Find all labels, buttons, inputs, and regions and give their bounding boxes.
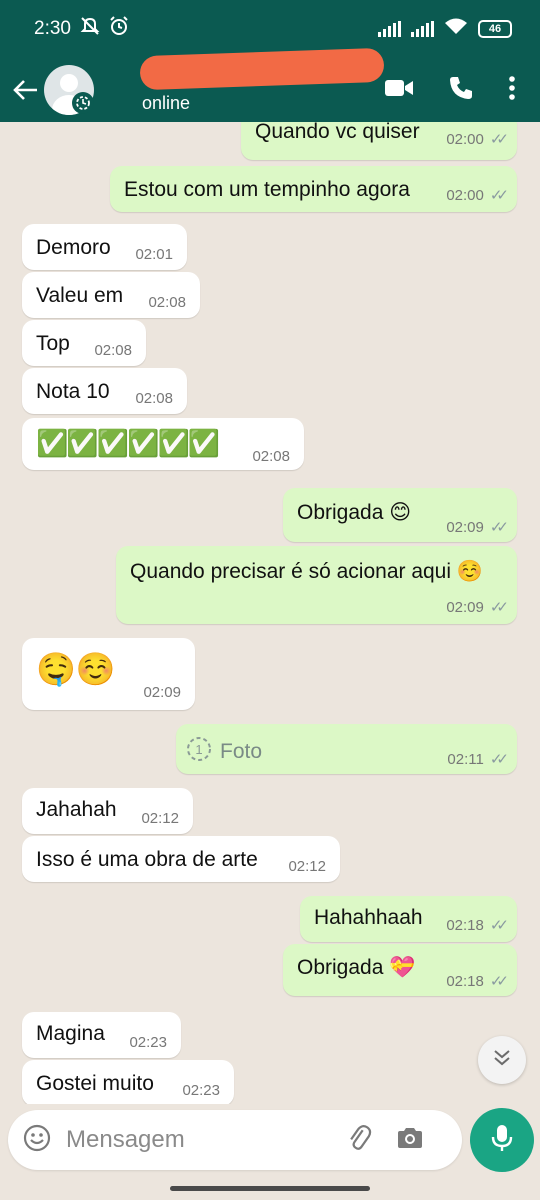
message-outgoing-photo[interactable]: 1 Foto 02:11 ✓✓: [176, 724, 517, 774]
phone-icon[interactable]: [448, 75, 474, 106]
message-text: Top: [36, 332, 70, 355]
message-time: 02:00: [446, 130, 484, 148]
signal-icon-2: [411, 21, 434, 37]
message-text: Hahahhaah: [314, 906, 423, 929]
scroll-down-button[interactable]: [478, 1036, 526, 1084]
read-ticks-icon: ✓✓: [489, 131, 509, 148]
message-incoming[interactable]: Magina 02:23: [22, 1012, 181, 1058]
message-outgoing[interactable]: Quando precisar é só acionar aqui ☺️ 02:…: [116, 546, 517, 624]
wifi-icon: [444, 17, 468, 41]
message-incoming[interactable]: Jahahah 02:12: [22, 788, 193, 834]
message-text: Jahahah: [36, 798, 117, 821]
mic-button[interactable]: [470, 1108, 534, 1172]
message-text: Magina: [36, 1022, 105, 1045]
read-ticks-icon: ✓✓: [489, 751, 509, 768]
read-ticks-icon: ✓✓: [489, 187, 509, 204]
message-time: 02:12: [141, 810, 179, 827]
message-composer: [8, 1110, 462, 1170]
message-time: 02:23: [129, 1034, 167, 1051]
message-incoming[interactable]: 🤤☺️ 02:09: [22, 638, 195, 710]
message-text: Estou com um tempinho agora: [124, 178, 410, 201]
contact-info[interactable]: online: [139, 47, 385, 122]
message-text: Valeu em: [36, 284, 124, 307]
message-time: 02:11: [447, 750, 484, 768]
read-ticks-icon: ✓✓: [489, 973, 509, 990]
message-text: Obrigada 💝: [297, 956, 416, 979]
read-ticks-icon: ✓✓: [489, 917, 509, 934]
message-text: Foto: [220, 740, 263, 763]
chat-app-bar: online: [0, 47, 540, 122]
message-input[interactable]: [66, 1126, 336, 1154]
mic-icon: [490, 1123, 514, 1158]
message-text: Demoro: [36, 236, 111, 259]
more-vert-icon[interactable]: [508, 75, 516, 106]
message-text: 🤤☺️: [36, 651, 116, 687]
message-outgoing[interactable]: Quando vc quiser 02:00 ✓✓: [241, 122, 517, 160]
svg-text:1: 1: [195, 742, 202, 757]
message-incoming[interactable]: Valeu em 02:08: [22, 272, 200, 318]
message-text: Nota 10: [36, 380, 110, 403]
signal-icon: [378, 21, 401, 37]
message-time: 02:09: [446, 598, 484, 616]
message-time: 02:09: [143, 684, 181, 701]
message-outgoing[interactable]: Estou com um tempinho agora 02:00 ✓✓: [110, 166, 517, 212]
message-time: 02:01: [135, 246, 173, 263]
app-header: 2:30 46 online: [0, 0, 540, 122]
message-incoming[interactable]: Nota 10 02:08: [22, 368, 187, 414]
double-chevron-down-icon: [492, 1049, 512, 1072]
message-time: 02:08: [252, 448, 290, 465]
message-outgoing[interactable]: Hahahhaah 02:18 ✓✓: [300, 896, 517, 942]
message-time: 02:08: [94, 342, 132, 359]
camera-icon[interactable]: [396, 1126, 424, 1155]
paperclip-icon[interactable]: [344, 1123, 374, 1158]
message-text: ✅✅✅✅✅✅: [36, 428, 220, 458]
message-text: Gostei muito: [36, 1072, 154, 1095]
message-text: Quando precisar é só acionar aqui ☺️: [130, 560, 484, 583]
status-time: 2:30: [34, 18, 71, 39]
alarm-icon: [109, 16, 129, 42]
arrow-left-icon[interactable]: [8, 79, 44, 101]
message-outgoing[interactable]: Obrigada 😊 02:09 ✓✓: [283, 488, 517, 542]
read-ticks-icon: ✓✓: [489, 599, 509, 616]
message-time: 02:08: [135, 390, 173, 407]
emoji-icon[interactable]: [22, 1123, 52, 1158]
gesture-nav-handle[interactable]: [170, 1186, 370, 1191]
redacted-contact-name: [139, 47, 385, 91]
message-incoming[interactable]: Gostei muito 02:23: [22, 1060, 234, 1104]
battery-indicator: 46: [478, 20, 512, 38]
message-text: Isso é uma obra de arte: [36, 848, 258, 871]
message-text: Quando vc quiser: [255, 122, 420, 143]
message-outgoing[interactable]: Obrigada 💝 02:18 ✓✓: [283, 944, 517, 996]
message-time: 02:09: [446, 518, 484, 536]
message-time: 02:08: [148, 294, 186, 311]
video-call-icon[interactable]: [384, 77, 414, 104]
status-bar: 2:30 46: [0, 0, 540, 58]
chat-messages[interactable]: Quando vc quiser 02:00 ✓✓ Estou com um te…: [0, 122, 540, 1104]
view-once-icon: 1: [186, 736, 212, 768]
message-time: 02:23: [182, 1082, 220, 1099]
message-time: 02:00: [446, 186, 484, 204]
read-ticks-icon: ✓✓: [489, 519, 509, 536]
message-text: Obrigada 😊: [297, 501, 412, 524]
message-time: 02:18: [446, 916, 484, 934]
status-ring-icon: [72, 92, 94, 114]
message-incoming[interactable]: Demoro 02:01: [22, 224, 187, 270]
contact-status: online: [142, 92, 191, 113]
message-time: 02:12: [288, 858, 326, 875]
message-incoming[interactable]: Isso é uma obra de arte 02:12: [22, 836, 340, 882]
message-incoming[interactable]: Top 02:08: [22, 320, 146, 366]
message-time: 02:18: [446, 972, 484, 990]
message-incoming[interactable]: ✅✅✅✅✅✅ 02:08: [22, 418, 304, 470]
mute-icon: [79, 16, 101, 42]
